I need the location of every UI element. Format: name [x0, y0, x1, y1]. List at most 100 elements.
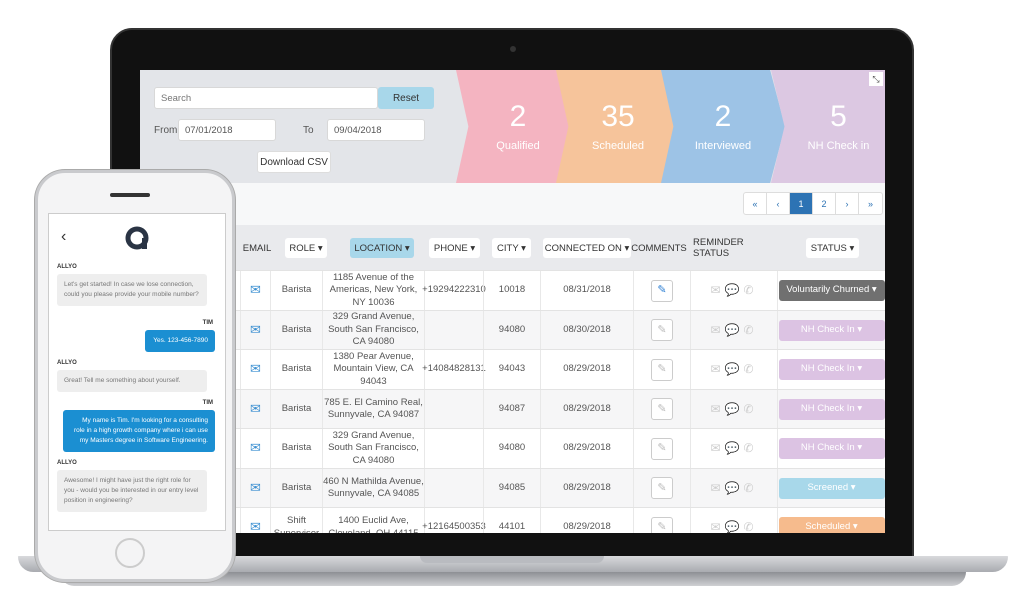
location-text: 785 E. El Camino Real, Sunnyvale, CA 940… — [324, 396, 423, 421]
cell: NH Check In ▾ — [777, 350, 885, 389]
cell — [424, 468, 483, 508]
from-date-input[interactable]: 07/01/2018 — [178, 119, 276, 141]
status-dropdown[interactable]: Voluntarily Churned ▾ — [778, 280, 885, 301]
cell: 08/31/2018 — [540, 271, 633, 310]
col-location-sort[interactable]: LOCATION ▾ — [350, 238, 414, 258]
funnel-label: NH Check in — [807, 140, 870, 152]
cell: 329 Grand Avenue, South San Francisco, C… — [322, 310, 424, 350]
sms-reminder-icon: 💬 — [724, 322, 744, 337]
cell: ✉ — [240, 508, 270, 533]
col-role-sort[interactable]: ROLE ▾ — [285, 238, 327, 258]
city-text: 94080 — [498, 442, 526, 454]
email-icon[interactable]: ✉ — [250, 323, 261, 337]
cell: 08/29/2018 — [540, 350, 633, 389]
to-date-input[interactable]: 09/04/2018 — [327, 119, 425, 141]
reset-button[interactable]: Reset — [378, 87, 434, 109]
status-dropdown[interactable]: NH Check In ▾ — [778, 398, 885, 420]
edit-comment-button[interactable]: ✎ — [651, 437, 673, 460]
email-icon[interactable]: ✉ — [250, 402, 261, 416]
first-page-button[interactable]: « — [744, 193, 767, 214]
role-text: Barista — [281, 442, 312, 454]
collapse-icon[interactable]: ⤡ — [869, 72, 883, 86]
email-icon[interactable]: ✉ — [250, 284, 261, 297]
status-dropdown[interactable]: NH Check In ▾ — [778, 359, 885, 380]
cell: Scheduled ▾ — [777, 508, 885, 533]
sms-reminder-icon: 💬 — [724, 441, 744, 456]
cell: ✉ — [240, 389, 270, 429]
cell: ✉ — [240, 310, 270, 350]
funnel-count: 2 — [509, 100, 527, 133]
back-icon[interactable]: ‹ — [61, 228, 66, 246]
from-label: From — [154, 125, 178, 136]
col-status-sort[interactable]: STATUS ▾ — [806, 238, 859, 258]
page-1-button[interactable]: 1 — [790, 193, 813, 214]
email-icon[interactable]: ✉ — [250, 521, 261, 534]
download-csv-button[interactable]: Download CSV — [257, 151, 331, 173]
email-icon[interactable]: ✉ — [250, 442, 261, 455]
edit-comment-button[interactable]: ✎ — [651, 358, 673, 381]
cell: ✉ — [240, 350, 270, 389]
cell: ✎ — [633, 310, 690, 350]
sms-reminder-icon: 💬 — [724, 401, 744, 416]
location-text: 329 Grand Avenue, South San Francisco, C… — [328, 311, 419, 348]
funnel-stage-nh-check-in[interactable]: 5 NH Check in — [771, 70, 885, 183]
funnel-count: 5 — [830, 100, 847, 133]
city-text: 94043 — [498, 363, 526, 375]
location-text: 1400 Euclid Ave, Cleveland, OH 44115 — [328, 515, 419, 533]
cell: 08/29/2018 — [540, 468, 633, 508]
sms-reminder-icon: 💬 — [724, 362, 744, 377]
connected-date: 08/29/2018 — [563, 363, 611, 375]
sender-label: ALLYO — [57, 264, 77, 270]
table-row: ✉ Barista 329 Grand Avenue, South San Fran… — [140, 309, 885, 350]
col-city-sort[interactable]: CITY ▾ — [492, 238, 531, 258]
edit-comment-button[interactable]: ✎ — [651, 279, 673, 302]
cell: 94085 — [483, 468, 540, 508]
search-input[interactable] — [154, 87, 378, 109]
call-reminder-icon: ✆ — [743, 480, 758, 495]
last-page-button[interactable]: » — [859, 193, 882, 214]
edit-comment-button[interactable]: ✎ — [651, 319, 673, 341]
city-text: 44101 — [498, 521, 526, 533]
cell — [424, 429, 483, 468]
cell: 785 E. El Camino Real, Sunnyvale, CA 940… — [322, 389, 424, 429]
funnel-label: Qualified — [496, 140, 540, 152]
laptop-notch — [420, 556, 604, 563]
funnel-count: 35 — [601, 100, 635, 133]
status-dropdown[interactable]: NH Check In ▾ — [778, 319, 885, 341]
col-phone-sort[interactable]: PHONE ▾ — [429, 238, 480, 258]
cell: 1400 Euclid Ave, Cleveland, OH 44115 — [322, 508, 424, 533]
call-reminder-icon: ✆ — [743, 322, 758, 337]
call-reminder-icon: ✆ — [743, 362, 758, 377]
phone-text: +12164500353 — [422, 521, 486, 533]
cell: ✉ — [240, 468, 270, 508]
status-dropdown[interactable]: Screened ▾ — [778, 477, 885, 499]
cell: ✉ 💬 ✆ — [690, 429, 777, 468]
next-page-button[interactable]: › — [836, 193, 859, 214]
cell: 94080 — [483, 429, 540, 468]
chat-bubble: My name is Tim. I'm looking for a consul… — [63, 410, 215, 452]
mail-reminder-icon: ✉ — [710, 322, 725, 337]
cell: 08/30/2018 — [540, 310, 633, 350]
edit-comment-button[interactable]: ✎ — [651, 516, 673, 533]
funnel-stage-interviewed[interactable]: 2 Interviewed — [661, 70, 785, 183]
phone-text: +19294222310 — [422, 284, 486, 296]
cell: 08/29/2018 — [540, 389, 633, 429]
edit-comment-button[interactable]: ✎ — [651, 398, 673, 420]
col-connected-sort[interactable]: CONNECTED ON ▾ — [543, 238, 631, 258]
email-icon[interactable]: ✉ — [250, 363, 261, 376]
prev-page-button[interactable]: ‹ — [767, 193, 790, 214]
edit-comment-button[interactable]: ✎ — [651, 477, 673, 499]
page-2-button[interactable]: 2 — [813, 193, 836, 214]
chat-screen: ‹ ALLYO Let's get started! In case we los… — [48, 213, 226, 531]
status-dropdown[interactable]: NH Check In ▾ — [778, 438, 885, 459]
status-dropdown[interactable]: Scheduled ▾ — [778, 517, 885, 533]
cell: ✎ — [633, 468, 690, 508]
laptop-camera — [510, 46, 516, 52]
cell: ✉ — [240, 429, 270, 468]
table-row: ✉ Barista 1380 Pear Avenue, Mountain View,… — [140, 349, 885, 389]
email-icon[interactable]: ✉ — [250, 481, 261, 495]
location-text: 329 Grand Avenue, South San Francisco, C… — [328, 429, 419, 466]
cell: Barista — [270, 389, 322, 429]
call-reminder-icon: ✆ — [743, 401, 758, 416]
funnel-stage-scheduled[interactable]: 35 Scheduled — [556, 70, 680, 183]
